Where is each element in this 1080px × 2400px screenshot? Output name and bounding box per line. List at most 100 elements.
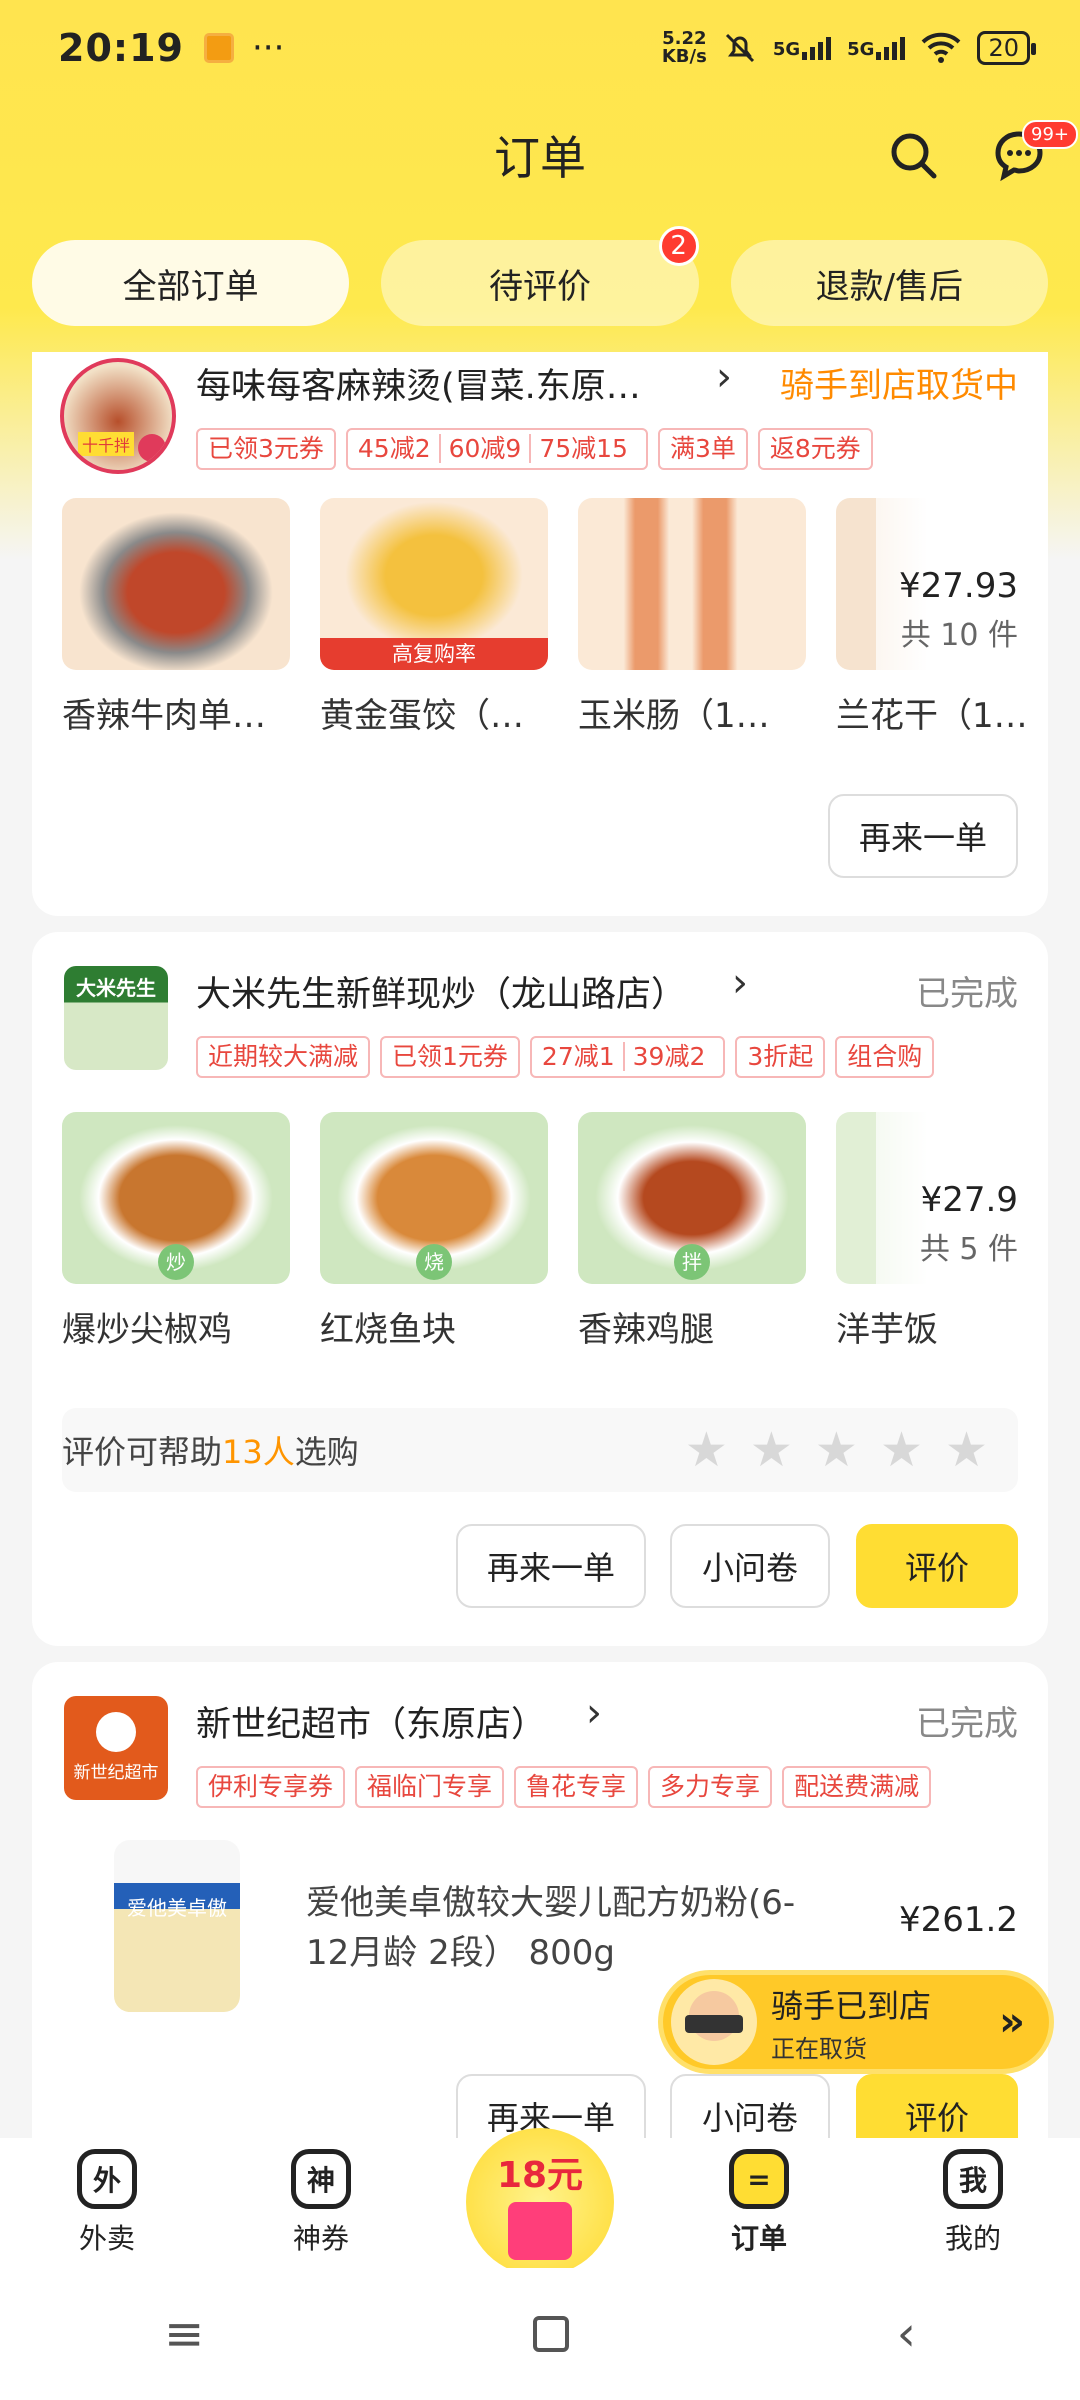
product-name[interactable]: 爱他美卓傲较大婴儿配方奶粉(6-12月龄 2段） 800g [306,1878,806,1978]
reorder-button[interactable]: 再来一单 [828,794,1018,878]
profile-icon: 我 [943,2149,1003,2209]
nav-profile[interactable]: 我我的 [893,2149,1053,2257]
nav-orders[interactable]: = 订单 [679,2149,839,2257]
chevron-right-icon[interactable]: › [586,1690,602,1736]
promo-tag: 45减2 60减9 75减15 [345,428,648,470]
review-button[interactable]: 评价 [856,1524,1018,1608]
food-image: 拌 [578,1112,806,1284]
star-icon[interactable]: ★ [815,1422,858,1478]
system-nav-bar: ≡ ‹ [0,2268,1080,2400]
back-icon[interactable]: ‹ [897,2306,916,2362]
order-status: 已完成 [916,1704,1018,1744]
shop-name[interactable]: 大米先生新鲜现炒（龙山路店） [196,966,696,1017]
shop-logo[interactable]: 大米先生 [64,966,168,1070]
menu-icon[interactable]: ≡ [164,2306,204,2362]
star-icon[interactable]: ★ [685,1422,728,1478]
promo-tags: 已领3元券 45减2 60减9 75减15 满3单 返8元券 [196,428,873,470]
chevron-right-icon[interactable]: › [732,960,748,1006]
promo-tag: 配送费满减 [782,1766,932,1808]
food-image: 高复购率 [320,498,548,670]
promo-tag: 返8元券 [757,428,873,470]
network-speed: 5.22 KB/s [661,28,707,67]
rider-status-sub: 正在取货 [771,2034,867,2063]
nav-coupons[interactable]: 神神券 [241,2149,401,2257]
list-item: 拌香辣鸡腿 [578,1112,806,1351]
rating-prompt: 评价可帮助13人选购 ★ ★ ★ ★ ★ [62,1408,1018,1492]
star-icon[interactable]: ★ [750,1422,793,1478]
order-price: ¥27.93 [899,566,1018,606]
reorder-button[interactable]: 再来一单 [456,1524,646,1608]
promo-tag: 27减1 39减2 [529,1036,726,1078]
chevron-right-icon[interactable]: › [716,354,732,400]
order-tabs: 全部订单 待评价 2 退款/售后 [32,226,1048,326]
swallow-icon [96,1712,136,1752]
price-summary: ¥27.93 共 10 件 [876,498,1048,670]
shop-logo[interactable]: 十千拌 [60,358,176,474]
food-image: 炒 [62,1112,290,1284]
order-price: ¥27.9 [920,1180,1018,1220]
tab-pending-review[interactable]: 待评价 2 [381,226,699,326]
food-image [62,498,290,670]
signal-1-icon: 5G [773,36,832,60]
promo-tag: 福临门专享 [355,1766,505,1808]
order-status: 已完成 [916,974,1018,1014]
message-button[interactable]: 99+ [992,120,1078,182]
rabbit-icon: 外 [77,2149,137,2209]
nav-takeout[interactable]: 外外卖 [27,2149,187,2257]
tab-all-orders[interactable]: 全部订单 [32,240,350,326]
rider-avatar [671,1979,757,2065]
home-icon[interactable] [532,2316,569,2352]
price-summary: ¥27.9 共 5 件 [876,1112,1048,1284]
red-packet-promo-button[interactable]: 18元 [466,2128,614,2276]
promo-amount: 18元 [496,2155,584,2196]
coupon-icon: 神 [291,2149,351,2209]
wifi-icon [922,32,961,63]
mute-icon [725,33,754,63]
promo-tag: 3折起 [735,1036,826,1078]
item-count: 共 10 件 [900,618,1018,653]
double-chevron-right-icon: » [999,1999,1025,2045]
order-status: 骑手到店取货中 [780,366,1018,406]
shop-name[interactable]: 每味每客麻辣烫(冒菜.东原… [196,358,696,409]
pending-review-badge: 2 [658,226,699,266]
signal-2-icon: 5G [847,36,906,60]
product-image: 爱他美卓傲 [114,1840,240,2012]
promo-tag: 已领3元券 [196,428,336,470]
list-item: 香辣牛肉单… [62,498,290,737]
survey-button[interactable]: 小问卷 [670,2074,830,2138]
promo-tag: 鲁花专享 [514,1766,639,1808]
promo-tag: 伊利专享券 [196,1766,346,1808]
star-icon[interactable]: ★ [945,1422,988,1478]
tab-refund[interactable]: 退款/售后 [730,240,1048,326]
search-icon[interactable] [886,128,940,182]
order-card[interactable]: 十千拌 每味每客麻辣烫(冒菜.东原… › 骑手到店取货中 已领3元券 45减2 6… [32,352,1048,916]
list-item: 玉米肠（1… [578,498,806,737]
more-notifications-icon: ··· [251,28,285,68]
promo-tags: 伊利专享券 福临门专享 鲁花专享 多力专享 配送费满减 [196,1766,932,1808]
item-count: 共 5 件 [919,1232,1018,1267]
list-item: 炒爆炒尖椒鸡 [62,1112,290,1351]
page-header: 订单 99+ [0,110,1080,200]
star-rating[interactable]: ★ ★ ★ ★ ★ [685,1422,1018,1478]
list-item: 高复购率 黄金蛋饺（… [320,498,548,737]
star-icon[interactable]: ★ [880,1422,923,1478]
order-card[interactable]: 大米先生 大米先生新鲜现炒（龙山路店） › 已完成 近期较大满减 已领1元券 2… [32,932,1048,1646]
promo-tag: 多力专享 [648,1766,773,1808]
rating-help-count: 13人 [222,1433,295,1471]
message-badge: 99+ [1022,120,1078,149]
status-bar: 20:19 ··· 5.22 KB/s 5G 5G 20 [0,0,1080,96]
promo-tag: 近期较大满减 [196,1036,371,1078]
app-notification-icon [203,33,234,63]
red-envelope-icon [508,2202,572,2260]
page-title: 订单 [494,131,586,185]
order-list-icon: = [729,2149,789,2209]
order-price: ¥261.2 [899,1900,1018,1940]
review-button[interactable]: 评价 [856,2074,1018,2138]
status-time: 20:19 [58,26,184,70]
shop-logo[interactable]: 新世纪超市 [64,1696,168,1800]
rider-status-title: 骑手已到店 [771,1986,932,2025]
bar-chart-icon [138,434,166,462]
survey-button[interactable]: 小问卷 [670,1524,830,1608]
rider-status-banner[interactable]: 骑手已到店 正在取货 » [658,1970,1054,2074]
promo-tag: 已领1元券 [380,1036,520,1078]
